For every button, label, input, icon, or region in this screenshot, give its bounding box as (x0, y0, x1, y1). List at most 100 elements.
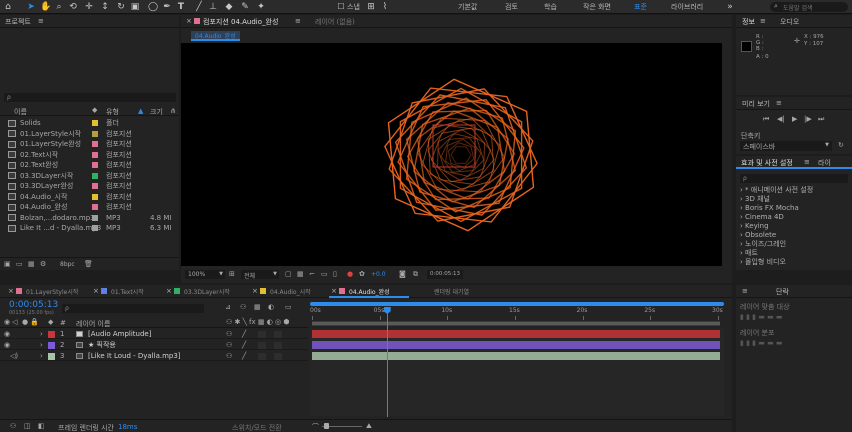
resolution-select[interactable]: 전체 ▼ (241, 270, 279, 280)
effects-category[interactable]: › Boris FX Mocha (740, 204, 799, 212)
effects-menu-icon[interactable]: ≡ (804, 158, 810, 166)
column-layer-name[interactable]: 레이어 이름 (76, 319, 110, 329)
snap-options-icon[interactable]: ⊞ (366, 2, 376, 12)
layer-label-color[interactable] (48, 342, 55, 349)
panel-menu-icon[interactable]: ≡ (38, 17, 44, 25)
new-folder-icon[interactable]: ▭ (16, 260, 23, 268)
close-tab-icon[interactable]: × (186, 17, 192, 25)
shy-switch-icon[interactable]: ⚇ (226, 340, 232, 350)
quality-switch-icon[interactable]: ╱ (242, 329, 246, 339)
effects-title[interactable]: 효과 및 사전 설정 (741, 158, 793, 168)
column-size[interactable]: 크기 (150, 107, 163, 117)
effects-category[interactable]: › Cinema 4D (740, 213, 784, 221)
project-item[interactable]: 02.Text완성 컴포지션 (0, 160, 179, 170)
region-of-interest-icon[interactable]: ▢ (285, 270, 292, 278)
workspace-3[interactable]: 작은 화면 (583, 2, 611, 12)
comp-menu-icon[interactable]: ≡ (295, 17, 301, 25)
timeline-tab[interactable]: 01.Text시작 (111, 287, 144, 296)
project-panel-title[interactable]: 프로젝트 (5, 17, 31, 27)
layer-row[interactable]: ◉ › 2 ★ 픽작용 ⚇ ╱ (0, 340, 308, 350)
timeline-tab[interactable]: 렌더링 대기열 (434, 287, 469, 296)
selection-tool-icon[interactable]: ➤ (26, 2, 36, 12)
fit-icon[interactable]: ⊞ (229, 270, 235, 278)
visibility-toggle-icon[interactable]: ◉ (4, 340, 10, 350)
project-item[interactable]: 04.Audio_완성 컴포지션 (0, 202, 179, 212)
close-tab-icon[interactable]: × (8, 287, 14, 295)
last-frame-icon[interactable]: ⏭ (818, 115, 824, 124)
layer-name[interactable]: [Like It Loud - Dyalla.mp3] (88, 351, 181, 361)
snap-checkbox-icon[interactable]: ☐ (336, 2, 346, 12)
project-item[interactable]: Like It ...d - Dyalla.mp3 MP3 6.3 MI (0, 223, 179, 233)
transfer-controls-icon[interactable]: ◧ (38, 422, 45, 430)
eraser-tool-icon[interactable]: ◆ (224, 2, 234, 12)
graph-editor-icon[interactable]: ▭ (285, 303, 292, 311)
help-search-box[interactable]: ⌕ 도움말 검색 (770, 2, 848, 12)
shy-switch-icon[interactable]: ⚇ (226, 329, 232, 339)
workspace-4[interactable]: 표준 (634, 2, 647, 12)
shortcut-select[interactable]: 스페이스바 ▼ (740, 141, 832, 151)
workspace-overflow-icon[interactable]: » (725, 2, 735, 12)
exposure-value[interactable]: +0.0 (371, 271, 386, 278)
pan-tool-icon[interactable]: ✛ (84, 2, 94, 12)
align-menu-icon[interactable]: ≡ (742, 287, 748, 295)
layer-name[interactable]: ★ 픽작용 (88, 340, 116, 350)
align-icons[interactable]: ▮ ▮ ▮ ▬ ▬ ▬ (740, 313, 783, 321)
preview-title[interactable]: 미리 보기 (742, 99, 770, 109)
column-type[interactable]: 유형 (106, 107, 119, 117)
show-snapshot-icon[interactable]: ⧉ (413, 270, 418, 279)
close-tab-icon[interactable]: × (331, 287, 337, 295)
close-tab-icon[interactable]: × (252, 287, 258, 295)
view-options-icon[interactable]: ▯ (333, 270, 337, 278)
libraries-tab[interactable]: 라이 (818, 158, 831, 168)
bpc-label[interactable]: 8bpc (60, 261, 75, 268)
zoom-in-icon[interactable]: ⛰ (366, 422, 372, 431)
motion-blur-icon[interactable]: ◐ (268, 303, 274, 311)
timeline-search-input[interactable]: ρ (62, 304, 204, 313)
snap-magnet-icon[interactable]: ⌇ (380, 2, 390, 12)
layer-label-color[interactable] (48, 353, 55, 360)
delete-icon[interactable]: 🗑 (84, 260, 93, 268)
hand-tool-icon[interactable]: ✋ (40, 2, 51, 12)
layer-tab[interactable]: 레이어 (없음) (315, 17, 355, 27)
roto-tool-icon[interactable]: ✎ (240, 2, 250, 12)
playhead[interactable] (386, 307, 388, 417)
loop-icon[interactable]: ↻ (838, 141, 844, 149)
layer-switches-icon[interactable]: ⚇ (10, 422, 16, 430)
prev-frame-icon[interactable]: ◀| (777, 115, 785, 123)
color-channels-icon[interactable]: ● (347, 270, 353, 278)
dolly-tool-icon[interactable]: ↕ (100, 2, 110, 12)
timeline-tab[interactable]: 03.3DLayer시작 (184, 287, 230, 296)
project-item[interactable]: 03.3DLayer완성 컴포지션 (0, 181, 179, 191)
brush-tool-icon[interactable]: ╱ (194, 2, 204, 12)
next-frame-icon[interactable]: |▶ (804, 115, 812, 123)
frame-blending-icon[interactable]: ▦ (254, 303, 261, 311)
viewer-canvas[interactable] (181, 43, 722, 266)
parent-box[interactable] (274, 353, 282, 360)
preview-menu-icon[interactable]: ≡ (776, 99, 782, 107)
project-search-input[interactable]: ρ (4, 93, 176, 102)
parent-box[interactable] (274, 342, 282, 349)
draft-3d-icon[interactable]: ⊿ (225, 303, 231, 311)
layer-duration-bar[interactable] (312, 330, 720, 338)
quality-switch-icon[interactable]: ╱ (242, 340, 246, 350)
project-item[interactable]: Solids 폴더 (0, 118, 179, 128)
column-name[interactable]: 이름 (14, 107, 27, 117)
comp-breadcrumb[interactable]: 04.Audio_완성 (191, 31, 240, 41)
rotate-tool-icon[interactable]: ↻ (116, 2, 126, 12)
mask-visibility-icon[interactable]: ⌐ (309, 270, 315, 278)
zoom-tool-icon[interactable]: ⌕ (54, 2, 64, 12)
interpret-footage-icon[interactable]: ▣ (4, 260, 11, 268)
effects-category[interactable]: › Obsolete (740, 231, 776, 239)
effects-search-input[interactable]: ρ (740, 174, 848, 183)
blend-mode-box[interactable] (258, 342, 266, 349)
project-item[interactable]: 01.LayerStyle완성 컴포지션 (0, 139, 179, 149)
shy-switch-icon[interactable]: ⚇ (226, 351, 232, 361)
layer-duration-bar[interactable] (312, 341, 720, 349)
guides-icon[interactable]: ▭ (321, 270, 328, 278)
transparency-grid-icon[interactable]: ▦ (297, 270, 304, 278)
blend-mode-box[interactable] (258, 331, 266, 338)
distribute-icons[interactable]: ▮ ▮ ▮ ▬ ▬ ▬ (740, 339, 783, 347)
project-item[interactable]: Bolzan,...dodaro.mp3 MP3 4.8 MI (0, 213, 179, 223)
timeline-timecode[interactable]: 0:00:05:13 (9, 300, 58, 310)
snapshot-icon[interactable]: ◙ (399, 270, 406, 278)
